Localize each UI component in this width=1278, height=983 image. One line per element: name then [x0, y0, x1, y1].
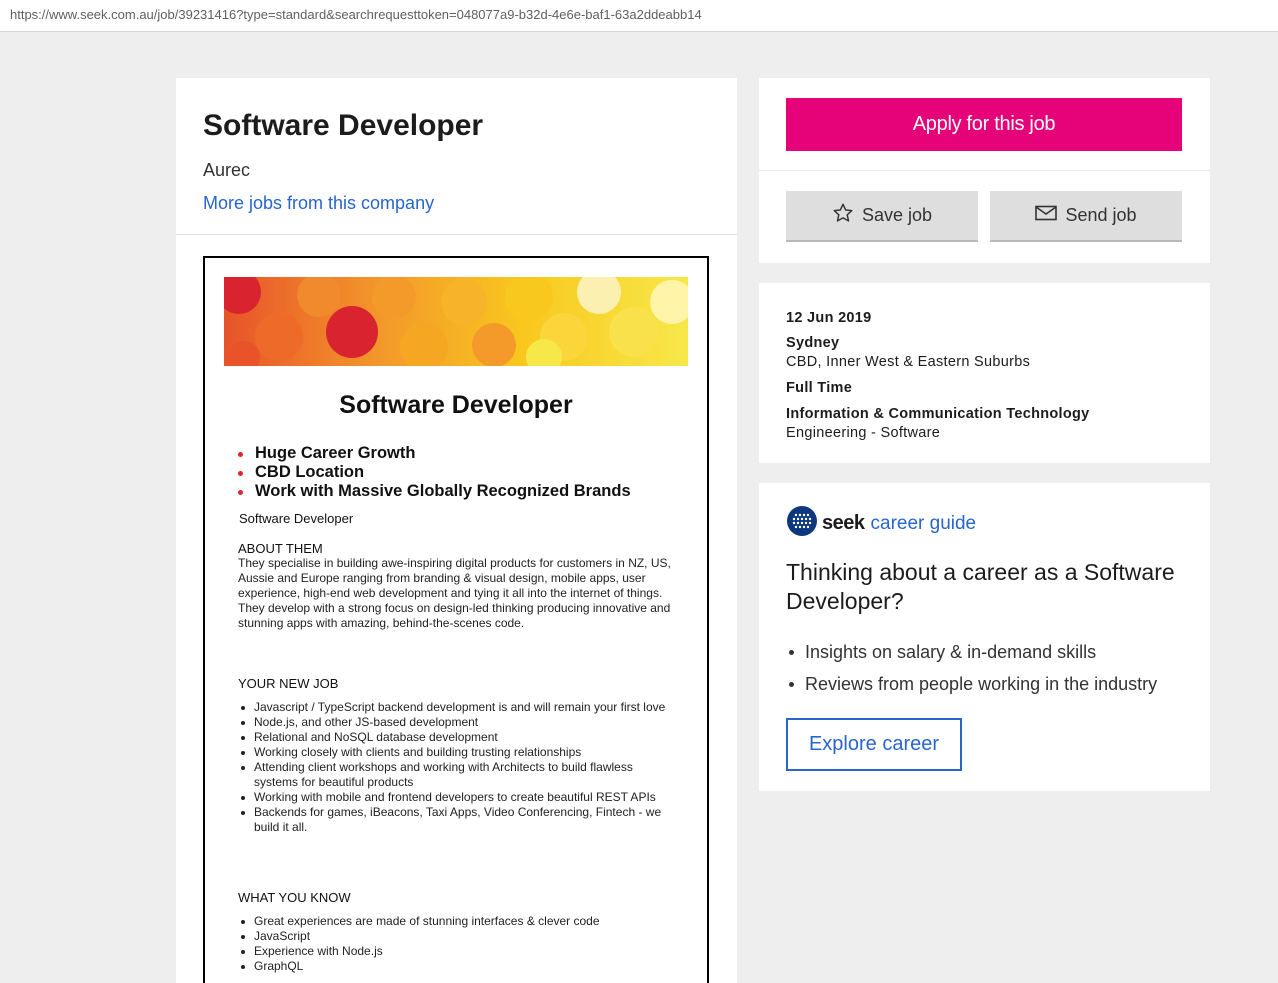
career-guide-card: seek career guide Thinking about a caree…: [759, 483, 1210, 791]
job-advert: Software Developer Huge Career Growth CB…: [203, 256, 709, 983]
job-location: Sydney: [786, 335, 840, 351]
advert-highlights: Huge Career Growth CBD Location Work wit…: [238, 444, 631, 501]
highlight-item: Work with Massive Globally Recognized Br…: [238, 482, 631, 501]
about-heading: ABOUT THEM: [238, 541, 323, 556]
list-item: Working with mobile and frontend develop…: [238, 790, 678, 805]
header-divider: [176, 234, 737, 235]
mail-icon: [1035, 205, 1058, 226]
star-icon: [832, 202, 854, 229]
list-item: JavaScript: [238, 929, 678, 944]
seek-brand: seek: [822, 512, 865, 534]
advert-subtitle: Software Developer: [239, 511, 354, 526]
list-item: Working closely with clients and buildin…: [238, 745, 678, 760]
job-info-card: 12 Jun 2019 Sydney CBD, Inner West & Eas…: [759, 283, 1210, 463]
list-item: Experience with Node.js: [238, 944, 678, 959]
advert-title: Software Developer: [339, 391, 573, 419]
work-type: Full Time: [786, 380, 853, 396]
know-heading: WHAT YOU KNOW: [238, 890, 351, 905]
list-item: Node.js, and other JS-based development: [238, 715, 678, 730]
new-job-heading: YOUR NEW JOB: [238, 676, 339, 691]
career-guide-heading: Thinking about a career as a Software De…: [786, 559, 1175, 614]
highlight-item: CBD Location: [238, 463, 631, 482]
highlight-item: Huge Career Growth: [238, 444, 631, 463]
advert-banner-image: [224, 277, 688, 366]
job-title: Software Developer: [203, 109, 484, 142]
apply-button[interactable]: Apply for this job: [786, 98, 1182, 151]
about-text: They specialise in building awe-inspirin…: [238, 556, 671, 630]
save-job-label: Save job: [861, 205, 933, 225]
job-details-card: Software Developer Aurec More jobs from …: [176, 78, 737, 983]
career-guide-label: career guide: [870, 512, 977, 534]
list-item: Backends for games, iBeacons, Taxi Apps,…: [238, 805, 678, 835]
send-job-label: Send job: [1065, 205, 1137, 225]
list-item: Reviews from people working in the indus…: [786, 668, 1157, 700]
list-item: Javascript / TypeScript backend developm…: [238, 700, 678, 715]
address-bar[interactable]: https://www.seek.com.au/job/39231416?typ…: [0, 0, 1278, 32]
save-job-button[interactable]: Save job: [786, 191, 978, 242]
know-list: Great experiences are made of stunning i…: [238, 914, 678, 974]
list-item: Attending client workshops and working w…: [238, 760, 678, 790]
send-job-button[interactable]: Send job: [990, 191, 1182, 242]
more-jobs-link[interactable]: More jobs from this company: [203, 193, 434, 214]
listing-date: 12 Jun 2019: [786, 310, 872, 326]
career-guide-points: Insights on salary & in-demand skills Re…: [786, 636, 1157, 700]
seek-career-guide-logo: seek career guide: [786, 505, 976, 542]
list-item: Insights on salary & in-demand skills: [786, 636, 1157, 668]
job-classification: Information & Communication Technology: [786, 406, 1090, 422]
apply-divider: [759, 170, 1210, 171]
apply-card: Apply for this job Save job Send job: [759, 78, 1210, 263]
company-name: Aurec: [203, 160, 251, 180]
url-text[interactable]: https://www.seek.com.au/job/39231416?typ…: [10, 7, 702, 22]
list-item: Relational and NoSQL database developmen…: [238, 730, 678, 745]
job-area: CBD, Inner West & Eastern Suburbs: [786, 354, 1031, 370]
seek-globe-icon: [786, 505, 818, 542]
job-sub-classification: Engineering - Software: [786, 425, 941, 441]
new-job-list: Javascript / TypeScript backend developm…: [238, 700, 678, 835]
list-item: GraphQL: [238, 959, 678, 974]
explore-career-button[interactable]: Explore career: [786, 718, 962, 771]
list-item: Great experiences are made of stunning i…: [238, 914, 678, 929]
